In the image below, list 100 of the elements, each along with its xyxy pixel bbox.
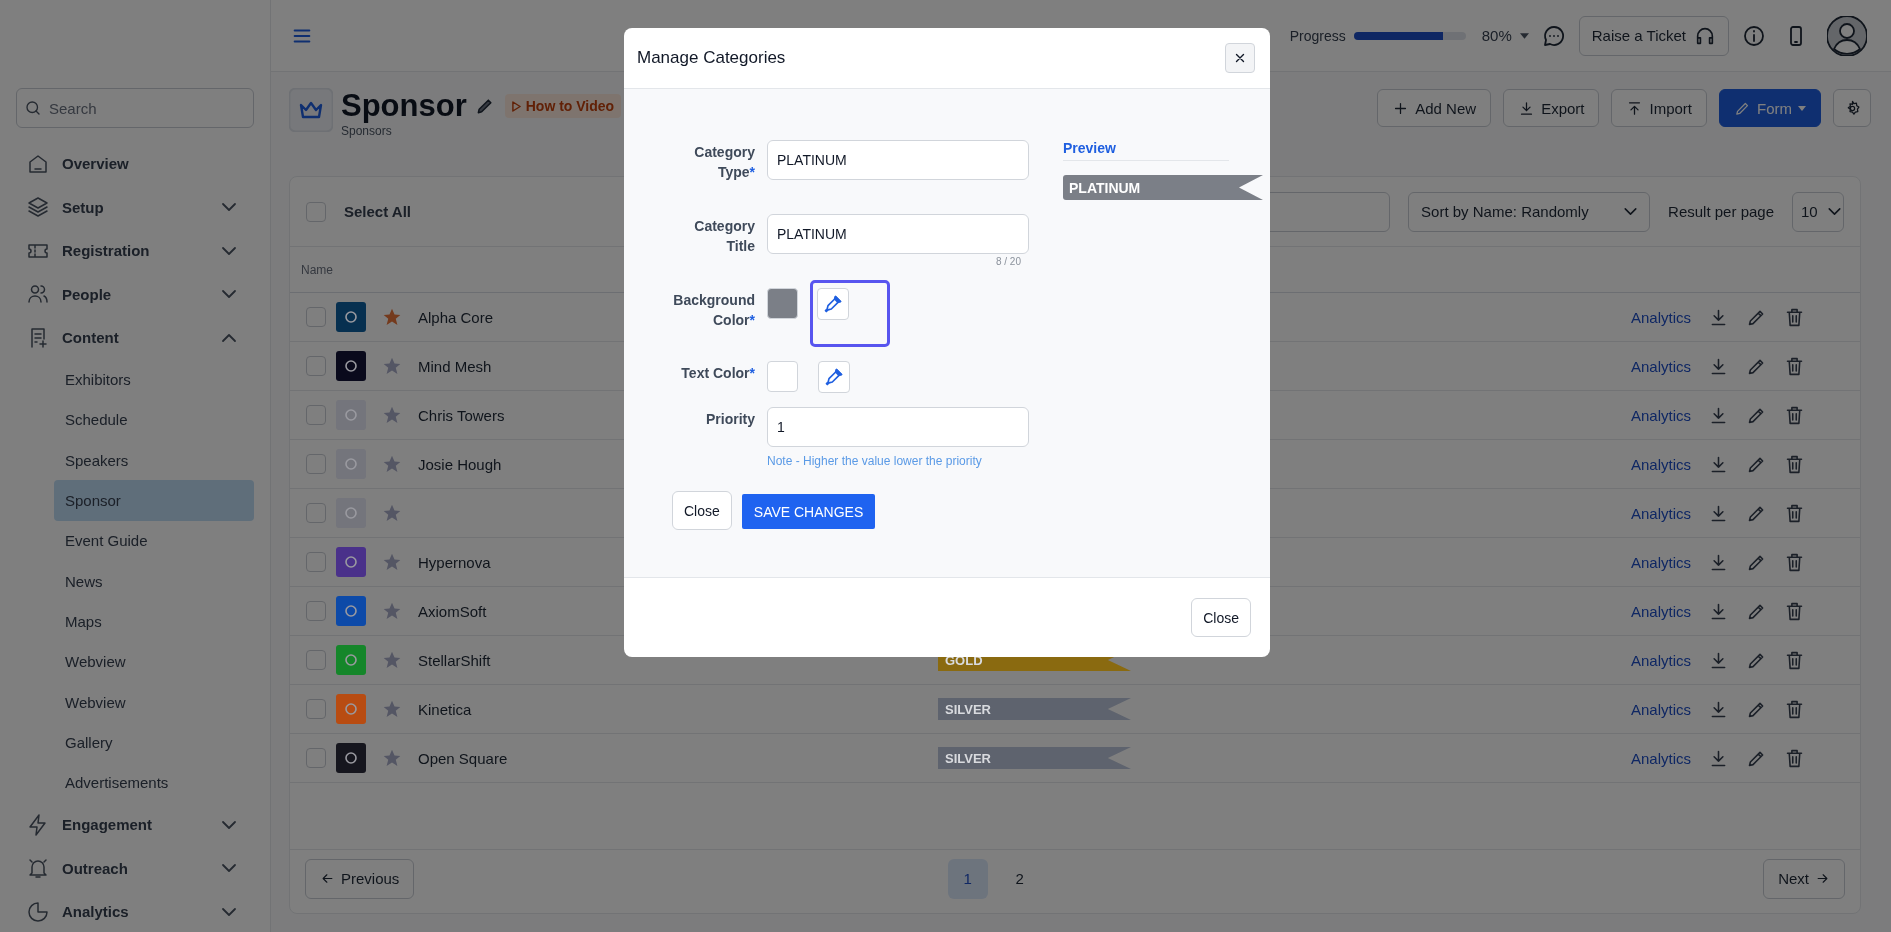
next-button[interactable]: Next — [1763, 858, 1845, 899]
checkbox[interactable] — [306, 650, 326, 670]
star-icon[interactable] — [382, 601, 402, 621]
nav-subitem[interactable]: Speakers — [54, 440, 254, 481]
page-button[interactable]: 2 — [999, 858, 1040, 899]
checkbox[interactable] — [306, 601, 326, 621]
analytics-link[interactable]: Analytics — [1630, 700, 1691, 718]
eyedropper-button[interactable] — [817, 288, 849, 320]
checkbox[interactable] — [306, 503, 326, 523]
preview-label: Preview — [1063, 140, 1229, 161]
star-icon[interactable] — [382, 699, 402, 719]
delete-icon[interactable] — [1784, 355, 1805, 377]
nav-subitem[interactable]: Sponsor — [54, 480, 254, 521]
sort-select[interactable]: Sort by Name: Randomly — [1408, 191, 1651, 232]
star-icon[interactable] — [382, 650, 402, 670]
eyedropper-button[interactable] — [818, 361, 850, 393]
caret-icon[interactable] — [1519, 32, 1529, 39]
search-field[interactable]: Search — [16, 88, 254, 128]
close-button[interactable]: Close — [672, 491, 732, 530]
chevron-down-icon — [1624, 208, 1638, 215]
delete-icon[interactable] — [1784, 404, 1805, 426]
settings-button[interactable] — [1833, 89, 1871, 127]
analytics-link[interactable]: Analytics — [1630, 504, 1691, 522]
star-icon[interactable] — [382, 454, 402, 474]
raise-ticket-button[interactable]: Raise a Ticket — [1578, 15, 1729, 56]
previous-button[interactable]: Previous — [305, 858, 415, 899]
delete-icon[interactable] — [1784, 306, 1805, 328]
analytics-link[interactable]: Analytics — [1630, 749, 1691, 767]
color-swatch[interactable] — [767, 288, 798, 319]
progress-reading: 80% — [1481, 27, 1512, 44]
nav-subitem[interactable]: Advertisements — [54, 762, 254, 803]
add-new-button[interactable]: Add New — [1377, 89, 1492, 127]
star-icon[interactable] — [382, 552, 402, 572]
crown-icon — [289, 88, 333, 132]
star-icon[interactable] — [382, 307, 402, 327]
nav-item[interactable]: Content — [16, 316, 254, 360]
color-swatch[interactable] — [767, 361, 798, 392]
nav-subitem[interactable]: Gallery — [54, 722, 254, 763]
checkbox[interactable] — [306, 405, 326, 425]
sponsor-name: Open Square — [418, 749, 509, 767]
star-icon[interactable] — [382, 356, 402, 376]
per-page-select[interactable]: 10 — [1792, 191, 1844, 232]
checkbox[interactable] — [306, 552, 326, 572]
nav-subitem[interactable]: Exhibitors — [54, 359, 254, 400]
analytics-link[interactable]: Analytics — [1630, 455, 1691, 473]
color-picker-focus[interactable] — [810, 280, 890, 347]
close-icon — [1233, 51, 1247, 65]
nav-item[interactable]: Engagement — [16, 802, 254, 847]
analytics-link[interactable]: Analytics — [1630, 308, 1691, 326]
delete-icon[interactable] — [1784, 649, 1805, 671]
delete-icon[interactable] — [1784, 698, 1805, 720]
delete-icon[interactable] — [1784, 453, 1805, 475]
avatar-icon[interactable] — [1827, 15, 1867, 56]
video-link[interactable]: How to Video — [504, 94, 622, 118]
export-button[interactable]: Export — [1503, 89, 1600, 127]
star-icon[interactable] — [382, 405, 402, 425]
arrow-right-icon — [1815, 871, 1830, 886]
analytics-link[interactable]: Analytics — [1630, 406, 1691, 424]
checkbox[interactable] — [306, 454, 326, 474]
analytics-link[interactable]: Analytics — [1630, 602, 1691, 620]
chat-icon[interactable] — [1541, 23, 1566, 48]
star-icon[interactable] — [382, 748, 402, 768]
input-field[interactable]: PLATINUM — [767, 140, 1029, 180]
input-field[interactable]: PLATINUM — [767, 214, 1029, 254]
nav-item[interactable]: Registration — [16, 229, 254, 273]
analytics-link[interactable]: Analytics — [1630, 651, 1691, 669]
page-title: Sponsor — [341, 88, 467, 124]
checkbox[interactable] — [306, 699, 326, 719]
delete-icon[interactable] — [1784, 600, 1805, 622]
nav-item[interactable]: People — [16, 272, 254, 316]
delete-icon[interactable] — [1784, 502, 1805, 524]
close-button[interactable] — [1225, 43, 1255, 73]
checkbox[interactable] — [306, 356, 326, 376]
nav-item[interactable]: Analytics — [16, 889, 254, 932]
checkbox[interactable] — [306, 201, 326, 222]
nav-subitem[interactable]: Maps — [54, 601, 254, 642]
input-field[interactable]: 1 — [767, 407, 1029, 447]
import-button[interactable]: Import — [1611, 89, 1707, 127]
nav-subitem[interactable]: Schedule — [54, 399, 254, 441]
form-button[interactable]: Form — [1719, 89, 1821, 127]
checkbox[interactable] — [306, 307, 326, 327]
analytics-link[interactable]: Analytics — [1630, 553, 1691, 571]
save-changes-button[interactable]: SAVE CHANGES — [741, 494, 876, 529]
page-button[interactable]: 1 — [947, 858, 988, 899]
nav-item[interactable]: Setup — [16, 185, 254, 229]
nav-subitem[interactable]: Event Guide — [54, 520, 254, 561]
checkbox[interactable] — [306, 748, 326, 768]
nav-item[interactable]: Outreach — [16, 846, 254, 890]
star-icon[interactable] — [382, 503, 402, 523]
delete-icon[interactable] — [1784, 747, 1805, 769]
delete-icon[interactable] — [1784, 551, 1805, 573]
nav-subitem[interactable]: Webview — [54, 641, 254, 682]
field-label: Background Color* — [672, 291, 755, 330]
analytics-link[interactable]: Analytics — [1630, 357, 1691, 375]
info-icon[interactable] — [1742, 23, 1766, 48]
character-counter: 8 / 20 — [995, 256, 1021, 267]
nav-subitem[interactable]: Webview — [54, 681, 254, 723]
close-button[interactable]: Close — [1191, 598, 1251, 637]
nav-item[interactable]: Overview — [16, 142, 254, 186]
nav-subitem[interactable]: News — [54, 561, 254, 602]
